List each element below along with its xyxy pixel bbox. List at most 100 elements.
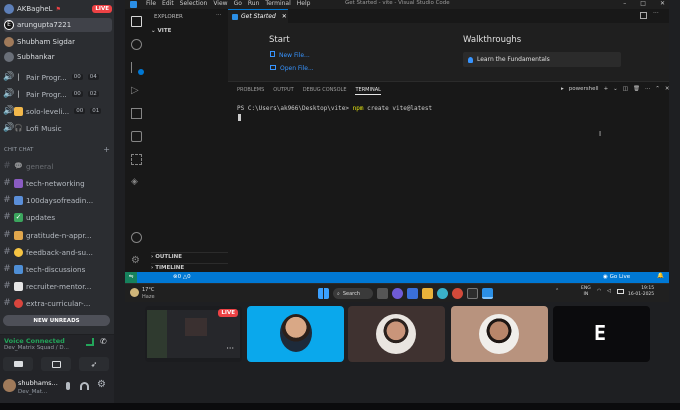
- tab-terminal[interactable]: TERMINAL: [355, 87, 381, 95]
- app-icon-2[interactable]: [407, 288, 418, 299]
- app-icon-1[interactable]: [392, 288, 403, 299]
- folder-vite[interactable]: ⌄ VITE: [151, 28, 171, 34]
- menu-selection[interactable]: Selection: [180, 0, 208, 7]
- disconnect-icon[interactable]: ✆: [100, 337, 107, 346]
- search-box[interactable]: ⌕ Search: [333, 288, 373, 299]
- text-channel-feedback[interactable]: # feedback-and-su...: [3, 245, 111, 259]
- new-unreads-button[interactable]: NEW UNREADS: [3, 315, 110, 326]
- docker-icon[interactable]: ◈: [131, 177, 142, 188]
- minimize-icon[interactable]: –: [623, 0, 626, 7]
- text-channel-tech-networking[interactable]: # tech-networking: [3, 176, 111, 190]
- weather-temp[interactable]: 17°C: [142, 287, 154, 293]
- more-options-icon[interactable]: ···: [226, 344, 234, 353]
- microphone-icon[interactable]: [66, 382, 70, 390]
- menu-run[interactable]: Run: [248, 0, 260, 7]
- search-icon[interactable]: [131, 39, 142, 50]
- close-tab-icon[interactable]: ✕: [282, 13, 287, 20]
- text-channel-recruiter-mentor[interactable]: # recruiter-mentor...: [3, 279, 111, 293]
- menu-view[interactable]: View: [213, 0, 227, 7]
- participant-tile-2[interactable]: [348, 306, 445, 362]
- tray-chevron-icon[interactable]: ⌃: [555, 288, 559, 294]
- menu-edit[interactable]: Edit: [162, 0, 174, 7]
- battery-icon[interactable]: [617, 289, 624, 294]
- outline-section[interactable]: › OUTLINE: [151, 252, 228, 260]
- close-panel-icon[interactable]: ✕: [665, 86, 669, 92]
- terminal-output[interactable]: PS C:\Users\ak966\Desktop\vite> npm crea…: [237, 105, 432, 112]
- run-debug-icon[interactable]: ▷: [131, 85, 142, 96]
- vscode-taskbar-icon[interactable]: [482, 288, 493, 299]
- close-icon[interactable]: ✕: [660, 0, 665, 7]
- start-icon[interactable]: [318, 288, 329, 299]
- tab-debug-console[interactable]: DEBUG CONSOLE: [303, 87, 347, 95]
- menu-terminal[interactable]: Terminal: [265, 0, 290, 7]
- voice-user-akbaghel[interactable]: AKBagheL ⚑ LIVE: [4, 2, 112, 16]
- settings-gear-icon[interactable]: ⚙: [97, 379, 106, 390]
- remote-icon[interactable]: ⇋: [125, 272, 137, 283]
- participant-tile-1[interactable]: [247, 306, 344, 362]
- voice-user-arungupta[interactable]: E arungupta7221: [4, 18, 112, 32]
- menu-help[interactable]: Help: [297, 0, 311, 7]
- shell-name[interactable]: powershell: [569, 86, 599, 92]
- voice-channel-pair-programming-1[interactable]: 🔊 | Pair Progr... 00 04: [3, 70, 111, 84]
- add-channel-icon[interactable]: +: [103, 146, 110, 154]
- trash-icon[interactable]: 🗑: [633, 86, 640, 92]
- language-indicator[interactable]: ENG IN: [581, 286, 591, 298]
- user-avatar[interactable]: [3, 379, 16, 392]
- new-terminal-icon[interactable]: +: [604, 86, 609, 92]
- text-channel-gratitude[interactable]: # gratitude-n-appr...: [3, 228, 111, 242]
- maximize-icon[interactable]: □: [640, 0, 646, 7]
- category-header[interactable]: CHIT CHAT +: [4, 146, 110, 154]
- activity-button[interactable]: ➶: [79, 357, 109, 371]
- split-editor-icon[interactable]: [640, 12, 647, 19]
- voice-channel-path[interactable]: Dev_Matrix Squad / D...: [4, 345, 69, 351]
- walkthrough-fundamentals[interactable]: Learn the Fundamentals: [463, 52, 621, 67]
- participant-tile-stream[interactable]: LIVE ···: [145, 306, 242, 362]
- wifi-icon[interactable]: ◠: [597, 288, 601, 294]
- notifications-icon[interactable]: 🔔: [657, 273, 664, 279]
- voice-channel-pair-programming-2[interactable]: 🔊 | Pair Progr... 00 02: [3, 87, 111, 101]
- go-live-button[interactable]: ◉ Go Live: [603, 274, 630, 280]
- text-channel-tech-discussions[interactable]: # tech-discussions: [3, 262, 111, 276]
- screen-share-button[interactable]: [41, 357, 71, 371]
- volume-icon[interactable]: ◁: [607, 288, 611, 294]
- voice-user-shubham[interactable]: Shubham Sigdar: [4, 35, 112, 49]
- participant-tile-4[interactable]: E: [553, 306, 650, 362]
- tab-output[interactable]: OUTPUT: [273, 87, 293, 95]
- extensions-icon[interactable]: [131, 108, 142, 119]
- app-icon-3[interactable]: [467, 288, 478, 299]
- tab-get-started[interactable]: Get Started ✕: [228, 9, 288, 23]
- explorer-icon[interactable]: [131, 16, 142, 27]
- menu-go[interactable]: Go: [234, 0, 242, 7]
- voice-channel-lofi-music[interactable]: 🔊 🎧 Lofi Music: [3, 121, 111, 135]
- status-errors[interactable]: ⊗0 △0: [173, 274, 191, 280]
- more-actions-icon[interactable]: ···: [216, 12, 221, 18]
- open-file-link[interactable]: Open File...: [270, 65, 314, 72]
- file-explorer-icon[interactable]: [422, 288, 433, 299]
- camera-button[interactable]: [3, 357, 33, 371]
- remote-explorer-icon[interactable]: [131, 131, 142, 142]
- text-channel-100daysofreading[interactable]: # 100daysofreadin...: [3, 193, 111, 207]
- new-file-link[interactable]: New File...: [270, 51, 310, 59]
- manage-gear-icon[interactable]: ⚙: [131, 255, 142, 266]
- testing-icon[interactable]: [131, 154, 142, 165]
- more-icon[interactable]: ···: [645, 86, 650, 92]
- participant-tile-3[interactable]: [451, 306, 548, 362]
- text-channel-updates[interactable]: # ✓ updates: [3, 210, 111, 224]
- timeline-section[interactable]: › TIMELINE: [151, 263, 228, 271]
- task-view-icon[interactable]: [377, 288, 388, 299]
- voice-channel-solo-leveling[interactable]: 🔊 solo-leveli... 00 01: [3, 104, 111, 118]
- clock[interactable]: 19:15 16-01-2025: [628, 286, 654, 298]
- tab-problems[interactable]: PROBLEMS: [237, 87, 264, 95]
- headphones-icon[interactable]: [80, 382, 89, 390]
- edge-icon[interactable]: [437, 288, 448, 299]
- chrome-icon[interactable]: [452, 288, 463, 299]
- split-terminal-icon[interactable]: ◫: [623, 86, 628, 92]
- text-channel-extra-curricular[interactable]: # extra-curricular-...: [3, 296, 111, 310]
- text-channel-general[interactable]: # 💬 general: [3, 159, 111, 173]
- more-editor-actions-icon[interactable]: ···: [653, 10, 659, 17]
- chevron-down-icon[interactable]: ⌄: [613, 86, 618, 92]
- account-icon[interactable]: [131, 232, 142, 243]
- chevron-up-icon[interactable]: ⌃: [655, 86, 660, 92]
- voice-user-subhankar[interactable]: Subhankar: [4, 50, 112, 64]
- menu-file[interactable]: File: [146, 0, 156, 7]
